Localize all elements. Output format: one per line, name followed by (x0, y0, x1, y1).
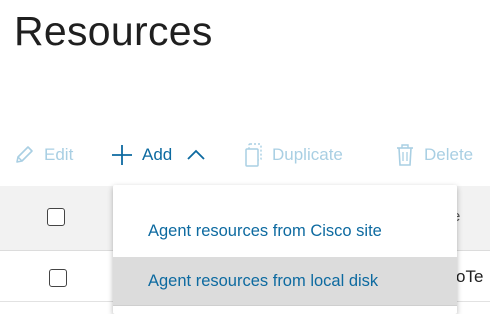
page-title: Resources (14, 8, 213, 54)
add-button[interactable]: Add (110, 138, 206, 172)
add-dropdown-menu: Agent resources from Cisco site Agent re… (113, 185, 457, 314)
menu-item-label: Agent resources from Cisco site (148, 221, 382, 240)
duplicate-button[interactable]: Duplicate (243, 138, 343, 172)
row-checkbox[interactable] (49, 269, 67, 287)
trash-icon (394, 142, 416, 168)
edit-label: Edit (44, 145, 74, 164)
delete-label: Delete (424, 145, 474, 164)
add-label: Add (142, 145, 173, 164)
menu-item-cisco-site[interactable]: Agent resources from Cisco site (113, 207, 457, 255)
edit-button[interactable]: Edit (12, 138, 73, 172)
duplicate-label: Duplicate (272, 145, 343, 164)
delete-button[interactable]: Delete (394, 138, 473, 172)
table-cell-partial: oTe (456, 267, 484, 286)
menu-item-label: Agent resources from local disk (148, 271, 379, 290)
plus-icon (110, 143, 134, 167)
chevron-up-icon[interactable] (186, 147, 206, 163)
select-all-checkbox[interactable] (47, 208, 65, 226)
copy-icon (243, 142, 265, 168)
pencil-icon (12, 143, 36, 167)
toolbar: Edit Add Duplicate Delete (0, 138, 490, 172)
menu-divider (113, 305, 457, 306)
menu-item-local-disk[interactable]: Agent resources from local disk (113, 257, 457, 305)
